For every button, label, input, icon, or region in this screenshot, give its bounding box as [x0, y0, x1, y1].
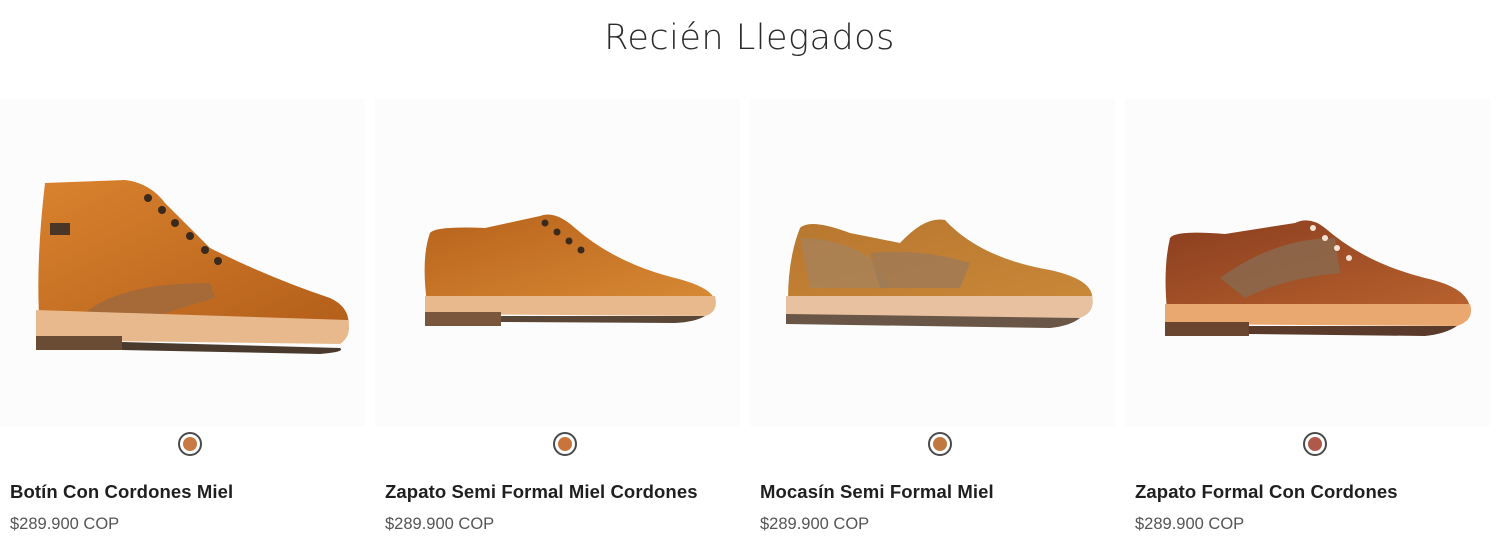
- swatch-fill: [933, 437, 947, 451]
- swatch-fill: [1308, 437, 1322, 451]
- product-image[interactable]: [0, 98, 365, 426]
- product-grid: Botín Con Cordones Miel $289.900 COP Zap…: [0, 98, 1499, 560]
- oxford-shoe-image: [1165, 220, 1472, 336]
- swatch-fill: [183, 437, 197, 451]
- product-image[interactable]: [375, 98, 740, 426]
- derby-shoe-image: [424, 214, 716, 326]
- product-price: $289.900 COP: [1135, 515, 1245, 533]
- boot-image: [36, 180, 349, 354]
- product-price: $289.900 COP: [760, 515, 870, 533]
- color-swatch[interactable]: [178, 432, 202, 456]
- product-name[interactable]: Botín Con Cordones Miel: [10, 481, 365, 503]
- product-card[interactable]: Botín Con Cordones Miel $289.900 COP: [0, 98, 365, 560]
- product-card[interactable]: Zapato Semi Formal Miel Cordones $289.90…: [375, 98, 740, 560]
- product-image[interactable]: [1125, 98, 1490, 426]
- color-swatch[interactable]: [553, 432, 577, 456]
- color-swatch[interactable]: [1303, 432, 1327, 456]
- product-price: $289.900 COP: [10, 515, 120, 533]
- product-card[interactable]: Mocasín Semi Formal Miel $289.900 COP: [750, 98, 1115, 560]
- product-name[interactable]: Zapato Semi Formal Miel Cordones: [385, 481, 740, 503]
- swatch-fill: [558, 437, 572, 451]
- loafer-image: [786, 219, 1093, 328]
- product-card[interactable]: Zapato Formal Con Cordones $289.900 COP: [1125, 98, 1490, 560]
- product-price: $289.900 COP: [385, 515, 495, 533]
- product-name[interactable]: Mocasín Semi Formal Miel: [760, 481, 1115, 503]
- product-image[interactable]: [750, 98, 1115, 426]
- section-title: Recién Llegados: [604, 18, 895, 58]
- color-swatch[interactable]: [928, 432, 952, 456]
- product-name[interactable]: Zapato Formal Con Cordones: [1135, 481, 1490, 503]
